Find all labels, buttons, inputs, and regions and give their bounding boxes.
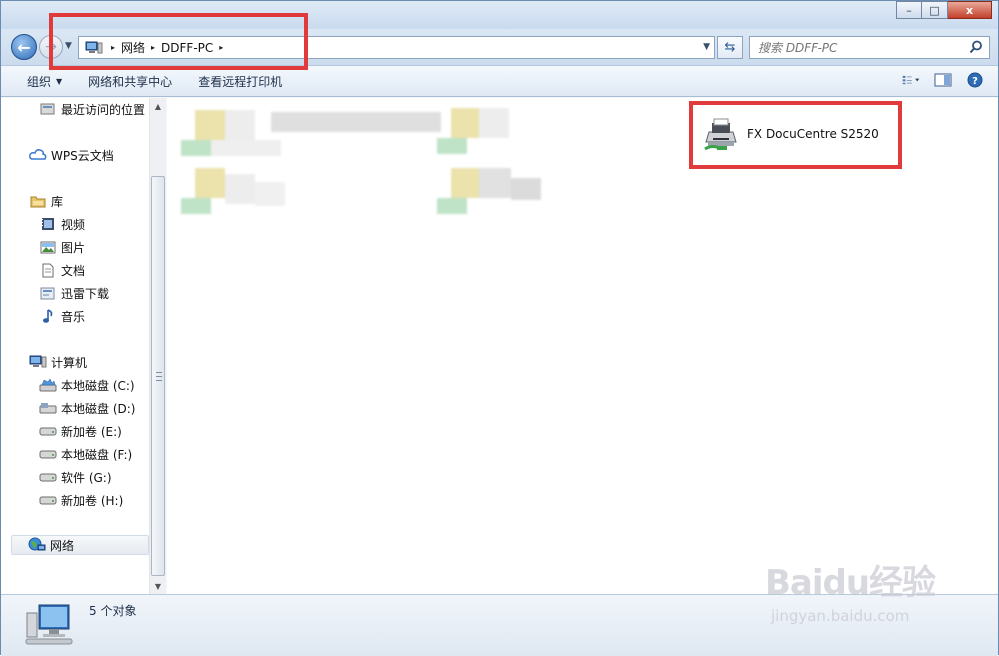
recent-places-icon <box>39 101 57 117</box>
sidebar-item-label: 软件 (G:) <box>61 470 112 485</box>
sidebar-item-drive-f[interactable]: 本地磁盘 (F:) <box>39 444 132 464</box>
grip-icon <box>156 372 162 381</box>
library-icon <box>29 193 47 209</box>
help-icon: ? <box>967 72 983 88</box>
sidebar-item-music[interactable]: 音乐 <box>39 306 85 326</box>
sidebar-scrollbar[interactable]: ▲ ▼ <box>149 98 166 594</box>
sidebar-item-label: 本地磁盘 (C:) <box>61 378 135 393</box>
object-count: 5 个对象 <box>89 604 137 618</box>
obscured-item[interactable] <box>435 164 555 216</box>
drive-icon <box>39 492 57 508</box>
sidebar-item-label: 音乐 <box>61 309 86 324</box>
sidebar-item-label: 计算机 <box>51 355 88 370</box>
minimize-button[interactable]: – <box>896 1 922 19</box>
refresh-button[interactable]: ⇆ <box>717 36 743 59</box>
sidebar-item-label: 视频 <box>61 217 86 232</box>
preview-pane-icon <box>934 73 952 87</box>
sidebar-item-drive-g[interactable]: 软件 (G:) <box>39 467 112 487</box>
chevron-down-icon: ▼ <box>56 76 63 86</box>
sidebar-item-label: 本地磁盘 (D:) <box>61 401 136 416</box>
sidebar-item-drive-h[interactable]: 新加卷 (H:) <box>39 490 123 510</box>
scroll-up-button[interactable]: ▲ <box>150 98 166 114</box>
sidebar-item-label: 最近访问的位置 <box>61 102 146 117</box>
search-input[interactable] <box>758 40 968 55</box>
view-remote-printers-label: 查看远程打印机 <box>198 74 283 89</box>
sidebar-item-wps-cloud[interactable]: WPS云文档 <box>29 145 114 165</box>
sidebar-item-label: 文档 <box>61 263 86 278</box>
obscured-item[interactable] <box>435 104 535 156</box>
sidebar-item-label: 迅雷下载 <box>61 286 110 301</box>
drive-icon <box>39 400 57 416</box>
sidebar-item-label: WPS云文档 <box>51 148 114 163</box>
change-view-button[interactable] <box>902 72 920 88</box>
sidebar-item-documents[interactable]: 文档 <box>39 260 85 280</box>
view-controls: ? <box>902 72 984 88</box>
sidebar-item-label: 新加卷 (H:) <box>61 493 124 508</box>
file-list-area: FX DocuCentre S2520 <box>167 98 998 594</box>
computer-icon <box>29 354 47 370</box>
caption-buttons: – □ x <box>896 1 992 19</box>
sidebar-item-label: 本地磁盘 (F:) <box>61 447 133 462</box>
sidebar-item-videos[interactable]: 视频 <box>39 214 85 234</box>
cloud-icon <box>29 147 47 163</box>
preview-pane-button[interactable] <box>934 72 952 88</box>
sidebar-item-label: 新加卷 (E:) <box>61 424 122 439</box>
sidebar-item-label: 图片 <box>61 240 86 255</box>
close-button[interactable]: x <box>948 1 992 19</box>
download-icon <box>39 285 57 301</box>
back-arrow-icon: ← <box>17 37 31 57</box>
sidebar-item-pictures[interactable]: 图片 <box>39 237 85 257</box>
sidebar-item-label: 网络 <box>50 538 75 553</box>
sidebar-item-drive-e[interactable]: 新加卷 (E:) <box>39 421 122 441</box>
sidebar-item-drive-d[interactable]: 本地磁盘 (D:) <box>39 398 135 418</box>
search-icon[interactable] <box>969 40 983 54</box>
sidebar-item-computer[interactable]: 计算机 <box>29 352 87 372</box>
svg-text:?: ? <box>972 76 978 87</box>
computer-icon <box>25 604 73 645</box>
documents-icon <box>39 262 57 278</box>
organize-label: 组织 <box>27 74 52 89</box>
refresh-icon: ⇆ <box>724 40 736 55</box>
drive-icon <box>39 423 57 439</box>
address-history-dropdown[interactable]: ▼ <box>703 42 710 52</box>
view-remote-printers-button[interactable]: 查看远程打印机 <box>198 73 282 90</box>
details-pane: 5 个对象 <box>1 594 998 656</box>
sidebar-item-drive-c[interactable]: 本地磁盘 (C:) <box>39 375 135 395</box>
organize-menu[interactable]: 组织 ▼ <box>27 73 62 90</box>
sidebar-item-recent-places[interactable]: 最近访问的位置 <box>39 99 145 119</box>
sidebar-item-network[interactable]: 网络 <box>11 535 149 555</box>
search-box[interactable] <box>749 36 990 59</box>
sidebar-item-label: 库 <box>51 194 64 209</box>
view-options-icon <box>902 75 920 85</box>
maximize-button[interactable]: □ <box>922 1 948 19</box>
drive-icon <box>39 469 57 485</box>
drive-c-icon <box>39 377 57 393</box>
navigation-pane: 最近访问的位置 WPS云文档 库 视频 图片 文档 迅雷下载 音乐 计算机 本地… <box>1 98 166 594</box>
obscured-item[interactable] <box>181 104 441 156</box>
explorer-window: – □ x ← → ▼ ▸ 网络 ▸ DDFF-PC ▸ ▼ ⇆ 搜索 DDFF… <box>0 0 999 656</box>
help-button[interactable]: ? <box>966 72 984 88</box>
sidebar-item-libraries[interactable]: 库 <box>29 191 63 211</box>
sidebar-item-xunlei-downloads[interactable]: 迅雷下载 <box>39 283 109 303</box>
scroll-down-button[interactable]: ▼ <box>150 578 166 594</box>
address-highlight-box <box>49 13 308 70</box>
video-icon <box>39 216 57 232</box>
music-icon <box>39 308 57 324</box>
network-sharing-center-button[interactable]: 网络和共享中心 <box>88 73 172 90</box>
obscured-item[interactable] <box>181 164 291 216</box>
scrollbar-thumb[interactable] <box>151 176 165 576</box>
network-icon <box>28 537 46 553</box>
back-button[interactable]: ← <box>11 34 37 60</box>
drive-icon <box>39 446 57 462</box>
printer-highlight-box <box>689 101 902 169</box>
pictures-icon <box>39 239 57 255</box>
network-sharing-label: 网络和共享中心 <box>88 74 173 89</box>
